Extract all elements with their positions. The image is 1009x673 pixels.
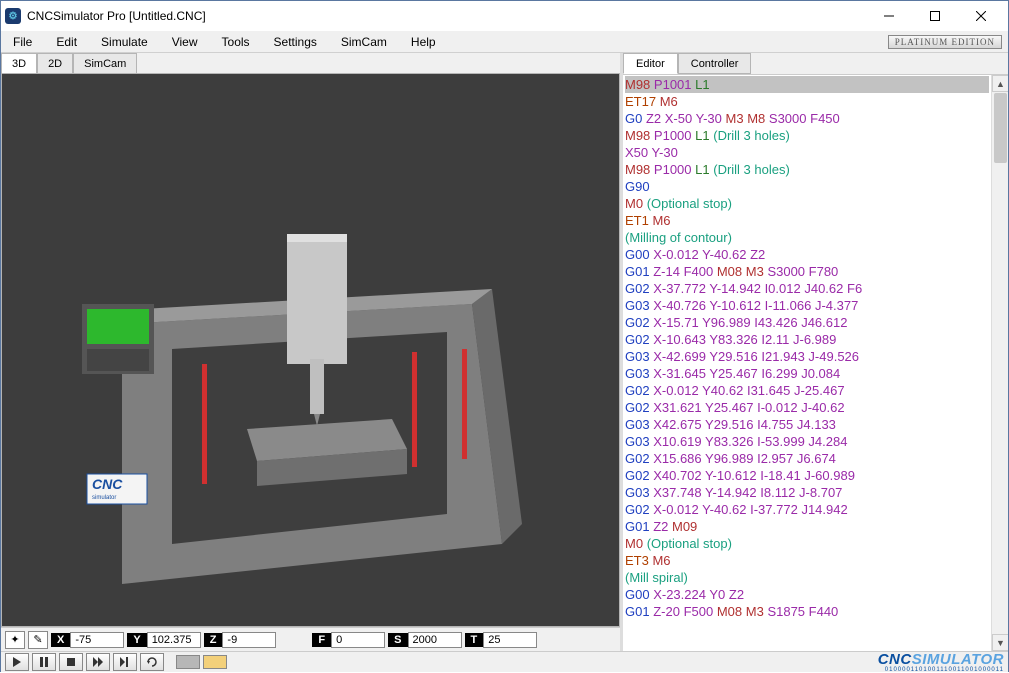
left-panel: 3D2DSimCam xyxy=(1,53,620,651)
code-line[interactable]: G01 Z-20 F500 M08 M3 S1875 F440 xyxy=(625,603,989,620)
code-line[interactable]: M0 (Optional stop) xyxy=(625,195,989,212)
code-line[interactable]: (Mill spiral) xyxy=(625,569,989,586)
app-icon: ⚙ xyxy=(5,8,21,24)
code-line[interactable]: X50 Y-30 xyxy=(625,144,989,161)
menu-simcam[interactable]: SimCam xyxy=(329,33,399,51)
param-s-label: S xyxy=(388,633,407,647)
fast-forward-button[interactable] xyxy=(86,653,110,671)
scroll-up-arrow[interactable]: ▲ xyxy=(992,75,1008,92)
right-tab-controller[interactable]: Controller xyxy=(678,53,752,74)
workarea: 3D2DSimCam xyxy=(1,53,1008,651)
menu-view[interactable]: View xyxy=(160,33,210,51)
code-line[interactable]: G03 X-40.726 Y-10.612 I-11.066 J-4.377 xyxy=(625,297,989,314)
code-line[interactable]: G02 X15.686 Y96.989 I2.957 J6.674 xyxy=(625,450,989,467)
axis-z-readout: Z-9 xyxy=(204,632,277,648)
menu-edit[interactable]: Edit xyxy=(44,33,89,51)
code-line[interactable]: G00 X-23.224 Y0 Z2 xyxy=(625,586,989,603)
close-button[interactable] xyxy=(958,1,1004,31)
window-title: CNCSimulator Pro [Untitled.CNC] xyxy=(27,9,206,23)
view-tab-3d[interactable]: 3D xyxy=(1,53,37,73)
code-line[interactable]: ET3 M6 xyxy=(625,552,989,569)
axis-x-readout: X-75 xyxy=(51,632,124,648)
code-line[interactable]: G03 X-42.699 Y29.516 I21.943 J-49.526 xyxy=(625,348,989,365)
param-f-readout: F0 xyxy=(312,632,385,648)
tool-crosshair-button[interactable]: ✦ xyxy=(5,631,25,649)
axis-y-label: Y xyxy=(127,633,146,647)
loop-button[interactable] xyxy=(140,653,164,671)
param-t-value: 25 xyxy=(483,632,537,648)
code-line[interactable]: G02 X31.621 Y25.467 I-0.012 J-40.62 xyxy=(625,399,989,416)
minimize-button[interactable] xyxy=(866,1,912,31)
code-line[interactable]: G01 Z2 M09 xyxy=(625,518,989,535)
pause-button[interactable] xyxy=(32,653,56,671)
svg-text:simulator: simulator xyxy=(92,495,116,501)
menu-tools[interactable]: Tools xyxy=(210,33,262,51)
menu-file[interactable]: File xyxy=(1,33,44,51)
code-line[interactable]: G90 xyxy=(625,178,989,195)
color-swatch-1[interactable] xyxy=(203,655,227,669)
scroll-down-arrow[interactable]: ▼ xyxy=(992,634,1008,651)
right-tabs: EditorController xyxy=(623,53,1008,75)
code-line[interactable]: M98 P1000 L1 (Drill 3 holes) xyxy=(625,127,989,144)
param-s-value: 2000 xyxy=(408,632,462,648)
step-button[interactable] xyxy=(113,653,137,671)
code-line[interactable]: G0 Z2 X-50 Y-30 M3 M8 S3000 F450 xyxy=(625,110,989,127)
menu-help[interactable]: Help xyxy=(399,33,448,51)
code-line[interactable]: G01 Z-14 F400 M08 M3 S3000 F780 xyxy=(625,263,989,280)
code-line[interactable]: G02 X-0.012 Y-40.62 I-37.772 J14.942 xyxy=(625,501,989,518)
code-editor[interactable]: M98 P1001 L1ET17 M6G0 Z2 X-50 Y-30 M3 M8… xyxy=(623,75,991,651)
axis-x-label: X xyxy=(51,633,70,647)
code-line[interactable]: M0 (Optional stop) xyxy=(625,535,989,552)
color-swatch-0[interactable] xyxy=(176,655,200,669)
code-line[interactable]: G02 X-15.71 Y96.989 I43.426 J46.612 xyxy=(625,314,989,331)
axis-y-value: 102.375 xyxy=(147,632,201,648)
title-bar: ⚙ CNCSimulator Pro [Untitled.CNC] xyxy=(1,1,1008,31)
machine-model: CNC simulator xyxy=(62,174,542,614)
code-line[interactable]: G02 X-10.643 Y83.326 I2.11 J-6.989 xyxy=(625,331,989,348)
edition-badge: PLATINUM EDITION xyxy=(888,35,1002,49)
code-line[interactable]: ET17 M6 xyxy=(625,93,989,110)
code-line[interactable]: ET1 M6 xyxy=(625,212,989,229)
svg-text:CNC: CNC xyxy=(92,476,123,492)
tool-pencil-button[interactable]: ✎ xyxy=(28,631,48,649)
right-tab-editor[interactable]: Editor xyxy=(623,53,678,74)
param-f-value: 0 xyxy=(331,632,385,648)
view-tab-2d[interactable]: 2D xyxy=(37,53,73,73)
menu-bar: FileEditSimulateViewToolsSettingsSimCamH… xyxy=(1,31,1008,53)
code-line[interactable]: G02 X40.702 Y-10.612 I-18.41 J-60.989 xyxy=(625,467,989,484)
axis-x-value: -75 xyxy=(70,632,124,648)
status-bar: ✦ ✎ X-75Y102.375Z-9 F0S2000T25 xyxy=(1,627,620,651)
code-line[interactable]: G03 X42.675 Y29.516 I4.755 J4.133 xyxy=(625,416,989,433)
play-button[interactable] xyxy=(5,653,29,671)
axis-z-label: Z xyxy=(204,633,223,647)
stop-button[interactable] xyxy=(59,653,83,671)
code-line[interactable]: G03 X37.748 Y-14.942 I8.112 J-8.707 xyxy=(625,484,989,501)
playback-bar: CNCSIMULATOR 010000110100111001100100001… xyxy=(1,651,1008,672)
maximize-button[interactable] xyxy=(912,1,958,31)
footer-logo: CNCSIMULATOR 010000110100111001100100001… xyxy=(878,652,1004,673)
view-tabs: 3D2DSimCam xyxy=(1,53,620,73)
code-line[interactable]: M98 P1001 L1 xyxy=(625,76,989,93)
3d-viewport[interactable]: CNC simulator xyxy=(1,73,620,627)
code-line[interactable]: G02 X-37.772 Y-14.942 I0.012 J40.62 F6 xyxy=(625,280,989,297)
param-t-readout: T25 xyxy=(465,632,538,648)
menu-settings[interactable]: Settings xyxy=(262,33,329,51)
axis-z-value: -9 xyxy=(222,632,276,648)
code-line[interactable]: G03 X-31.645 Y25.467 I6.299 J0.084 xyxy=(625,365,989,382)
param-s-readout: S2000 xyxy=(388,632,461,648)
code-line[interactable]: (Milling of contour) xyxy=(625,229,989,246)
param-t-label: T xyxy=(465,633,484,647)
code-line[interactable]: M98 P1000 L1 (Drill 3 holes) xyxy=(625,161,989,178)
right-panel: EditorController M98 P1001 L1ET17 M6G0 Z… xyxy=(620,53,1008,651)
code-line[interactable]: G00 X-0.012 Y-40.62 Z2 xyxy=(625,246,989,263)
param-f-label: F xyxy=(312,633,331,647)
view-tab-simcam[interactable]: SimCam xyxy=(73,53,137,73)
code-line[interactable]: G02 X-0.012 Y40.62 I31.645 J-25.467 xyxy=(625,382,989,399)
code-line[interactable]: G03 X10.619 Y83.326 I-53.999 J4.284 xyxy=(625,433,989,450)
scroll-thumb[interactable] xyxy=(994,93,1007,163)
menu-simulate[interactable]: Simulate xyxy=(89,33,160,51)
axis-y-readout: Y102.375 xyxy=(127,632,200,648)
vertical-scrollbar[interactable]: ▲ ▼ xyxy=(991,75,1008,651)
